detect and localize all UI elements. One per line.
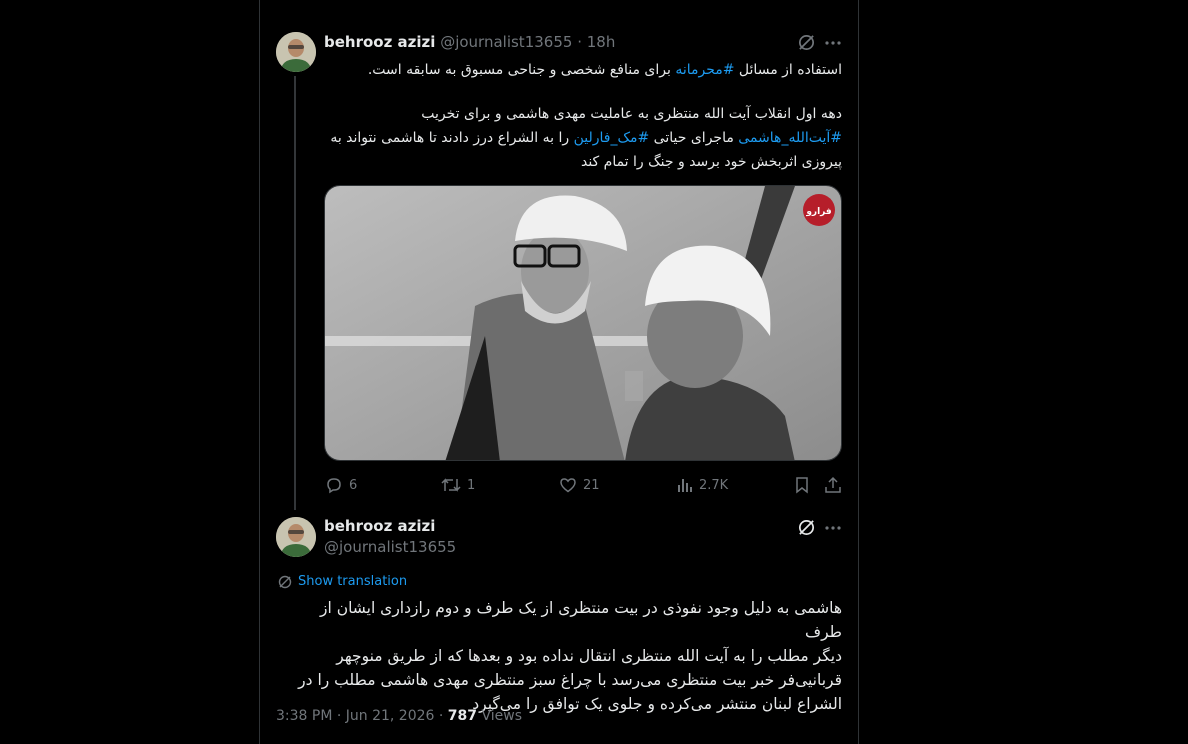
views-icon [678,479,692,492]
author-handle[interactable]: @journalist13655 [324,538,456,556]
share-icon [825,476,841,493]
author-name-text[interactable]: behrooz azizi [324,517,435,535]
post-meta: 3:38 PM · Jun 21, 2026 · 787 Views [276,708,522,724]
post-time[interactable]: 18h [587,33,616,51]
repost-button[interactable]: 1 [441,474,475,496]
reply-button[interactable]: 6 [325,474,357,496]
bookmark-icon [796,477,808,494]
post-body: هاشمی به دلیل وجود نفوذی در بیت منتظری ا… [282,596,842,716]
share-button[interactable] [824,474,842,496]
post-image[interactable]: فرارو [324,185,842,461]
reply-count: 6 [349,477,358,493]
post-text-line: قربانیی‌فر خبر بیت منتظری می‌رسد با چراغ… [298,671,842,689]
thread-connector-line [294,76,296,510]
post-text-line-4: پیروزی اثربخش خود برسد و جنگ را تمام کند [322,150,842,174]
avatar[interactable] [276,517,316,557]
bookmark-button[interactable] [794,474,810,496]
post-text-line-2: دهه اول انقلاب آیت الله منتظری به عاملیت… [322,102,842,126]
more-icon[interactable] [824,519,842,541]
hashtag-link[interactable]: #آیت‌الله_هاشمی [738,130,842,146]
like-button[interactable]: 21 [559,474,600,496]
author-handle-text[interactable]: @journalist13655 [324,538,456,556]
more-icon[interactable] [824,34,842,56]
reply-icon [327,478,341,494]
hashtag-link[interactable]: #مک_فارلین [574,130,650,146]
like-count: 21 [583,477,600,493]
post-text-line-3: #آیت‌الله_هاشمی ماجرای حیاتی #مک_فارلین … [322,126,842,150]
show-translation-label[interactable]: Show translation [298,574,407,589]
post-text: استفاده از مسائل [734,62,842,78]
post-text-line: دیگر مطلب را به آیت الله منتظری انتقال ن… [336,647,842,665]
post-timestamp[interactable]: 3:38 PM · Jun 21, 2026 · [276,708,448,724]
grok-icon[interactable] [797,33,816,56]
author-name[interactable]: behrooz azizi [324,33,435,51]
author-handle[interactable]: @journalist13655 [440,33,572,51]
like-icon [560,478,576,493]
hashtag-link[interactable]: #محرمانه [675,62,734,78]
post-text: برای منافع شخصی و جناحی مسبوق به سابقه ا… [367,62,676,78]
translate-icon [278,575,292,588]
separator-dot: · [577,33,582,51]
view-count: 787 [447,708,478,724]
grok-icon[interactable] [797,518,816,541]
watermark-logo: فرارو [805,207,831,217]
views-label: Views [477,708,522,724]
post-text-line: هاشمی به دلیل وجود نفوذی در بیت منتظری ا… [319,599,842,641]
post-text: دهه اول انقلاب آیت الله منتظری به عاملیت… [421,106,842,122]
repost-icon [441,478,461,492]
post-text-line-1: استفاده از مسائل #محرمانه برای منافع شخص… [322,58,842,82]
post-header: behrooz azizi @journalist13655 · 18h [324,33,615,51]
post-text: را به الشراع درز دادند تا هاشمی نتواند ب… [330,130,574,146]
post-text: ماجرای حیاتی [649,130,739,146]
author-name[interactable]: behrooz azizi [324,517,435,535]
show-translation-link[interactable]: Show translation [278,574,407,589]
avatar[interactable] [276,32,316,72]
repost-count: 1 [467,477,476,493]
views-button[interactable]: 2.7K [677,474,728,496]
post-text: پیروزی اثربخش خود برسد و جنگ را تمام کند [580,154,842,170]
views-count: 2.7K [699,477,729,493]
